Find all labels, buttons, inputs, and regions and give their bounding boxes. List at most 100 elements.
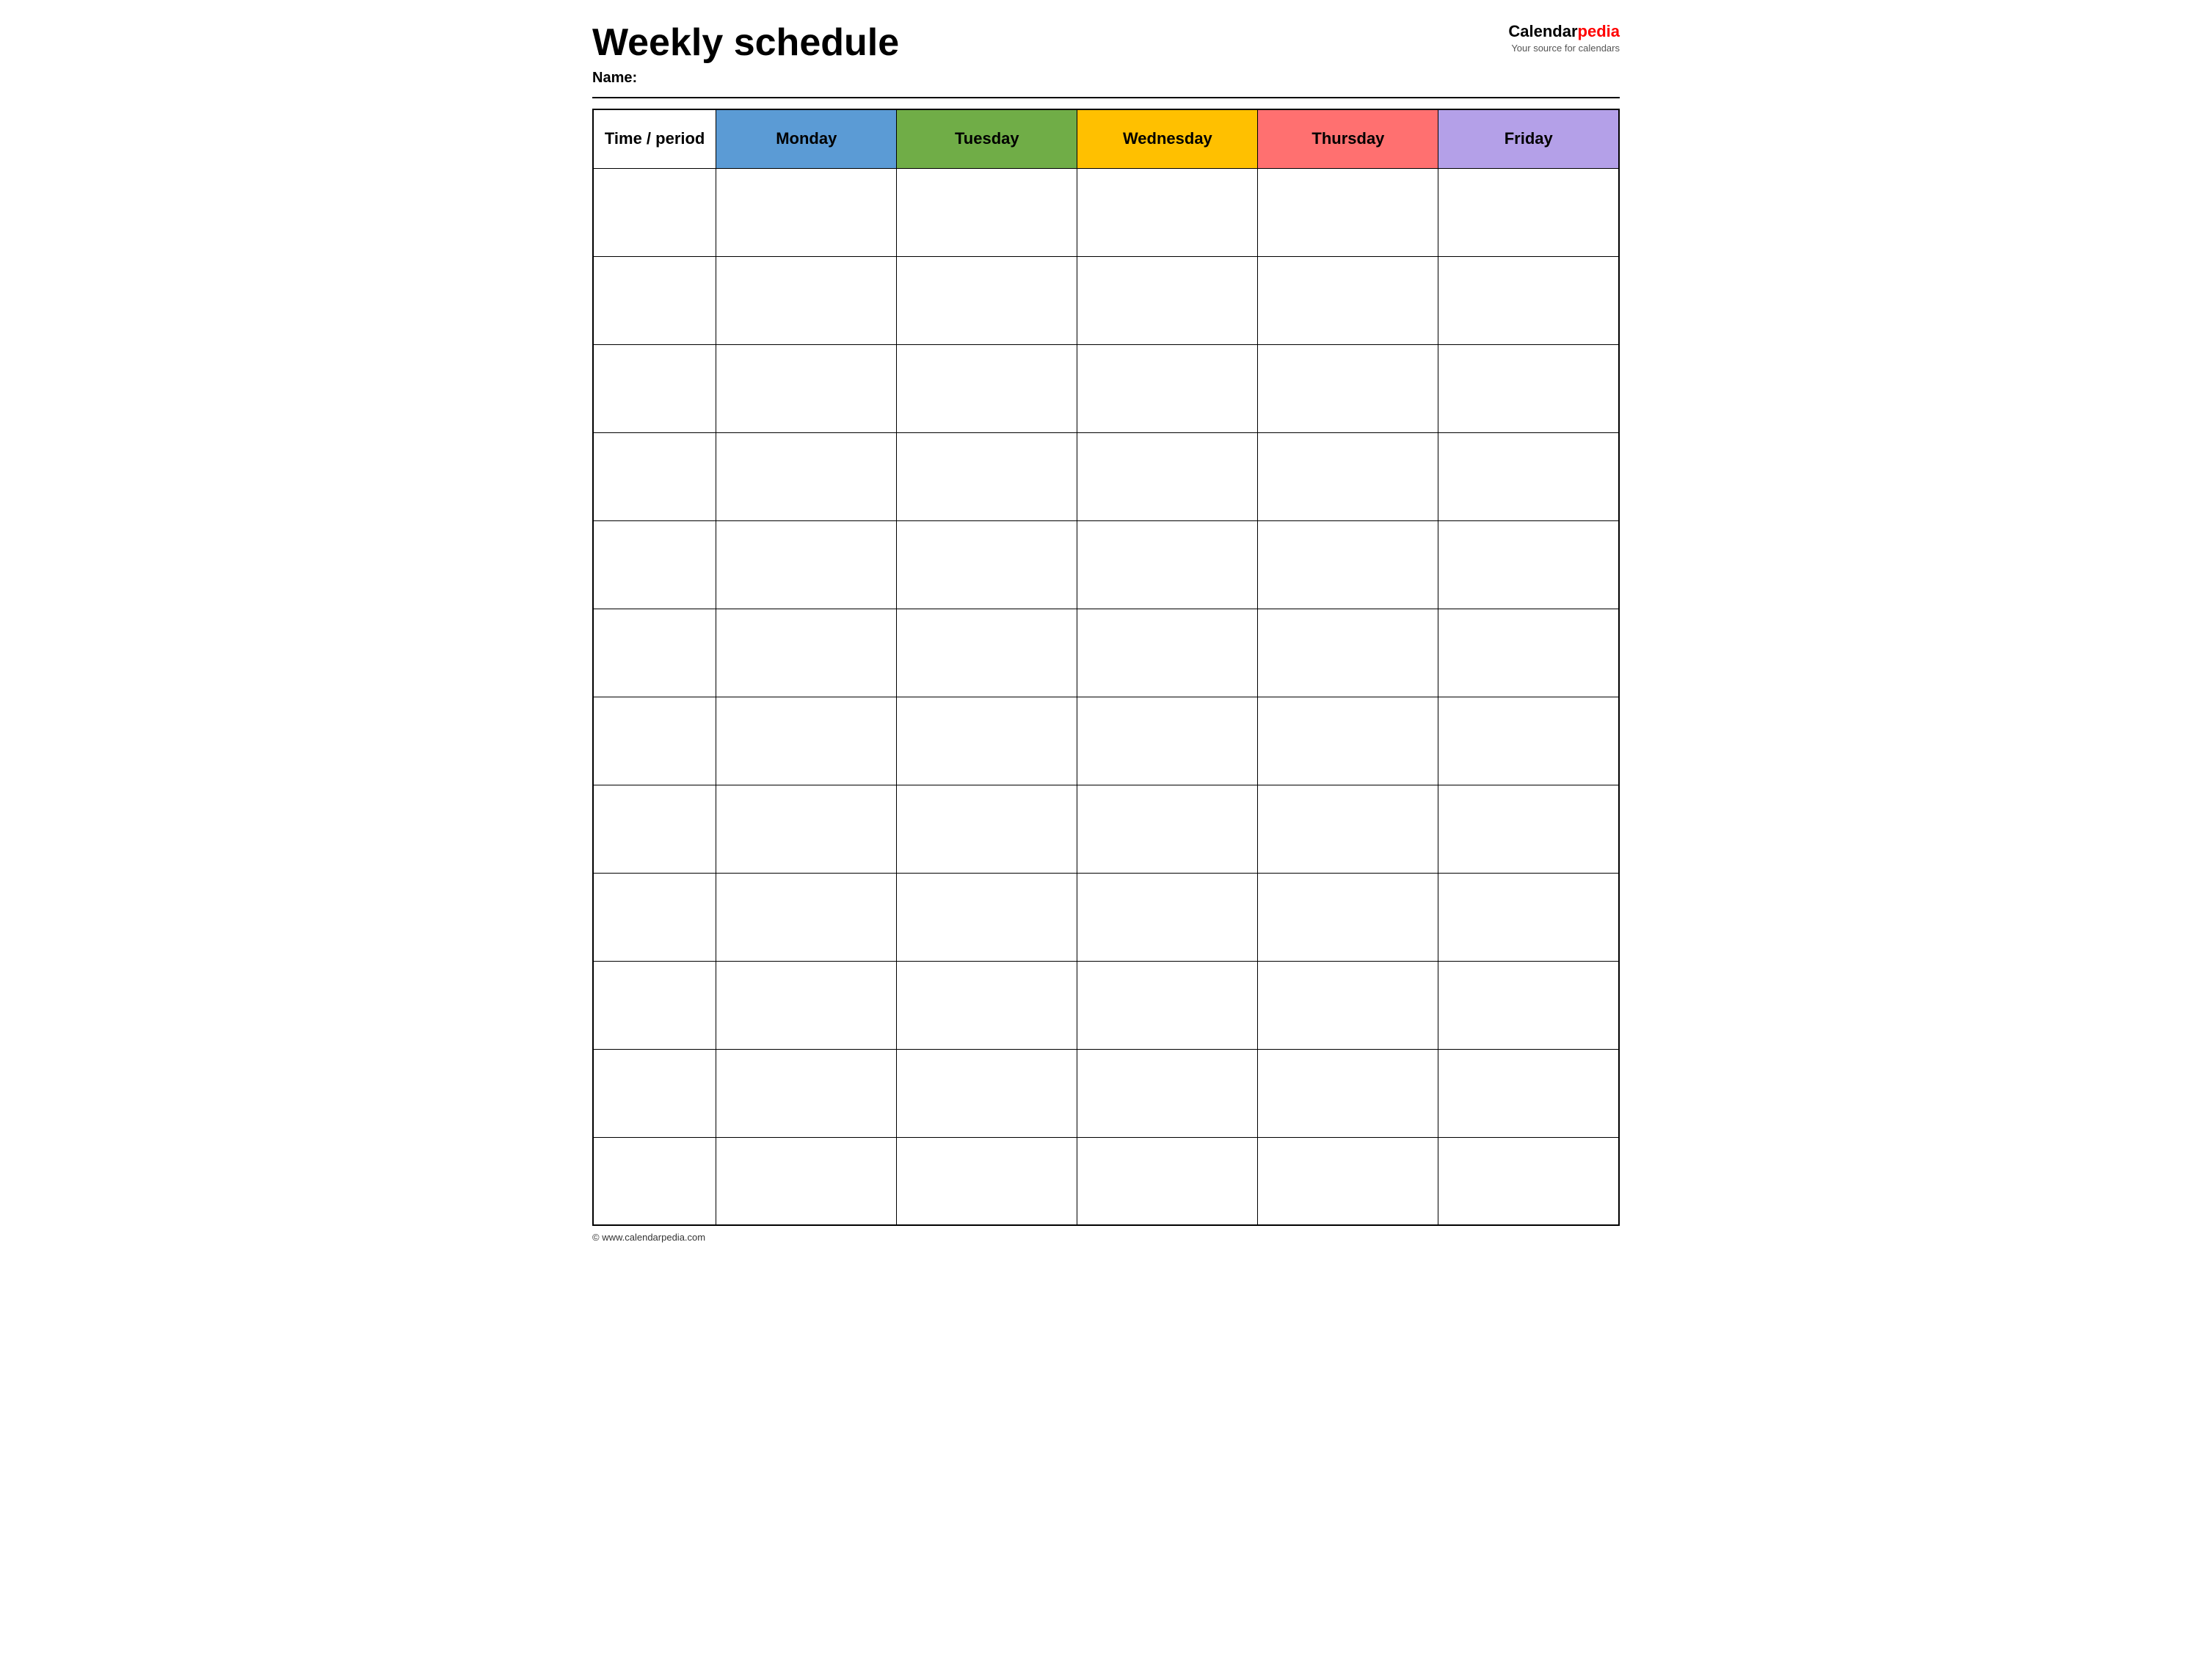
schedule-cell[interactable] <box>897 873 1077 961</box>
schedule-cell[interactable] <box>716 344 897 432</box>
schedule-cell[interactable] <box>1258 344 1438 432</box>
schedule-cell[interactable] <box>1258 785 1438 873</box>
schedule-cell[interactable] <box>1077 873 1258 961</box>
schedule-cell[interactable] <box>1077 961 1258 1049</box>
col-header-tuesday: Tuesday <box>897 109 1077 168</box>
schedule-cell[interactable] <box>1438 1049 1619 1137</box>
schedule-cell[interactable] <box>1077 256 1258 344</box>
schedule-cell[interactable] <box>716 1049 897 1137</box>
col-header-monday: Monday <box>716 109 897 168</box>
schedule-cell[interactable] <box>897 697 1077 785</box>
schedule-cell[interactable] <box>1438 432 1619 520</box>
schedule-cell[interactable] <box>1438 609 1619 697</box>
title-area: Weekly schedule Name: <box>592 22 1508 87</box>
schedule-cell[interactable] <box>716 168 897 256</box>
col-header-thursday: Thursday <box>1258 109 1438 168</box>
schedule-cell[interactable] <box>1258 168 1438 256</box>
schedule-cell[interactable] <box>1438 873 1619 961</box>
schedule-cell[interactable] <box>897 609 1077 697</box>
schedule-cell[interactable] <box>897 961 1077 1049</box>
schedule-cell[interactable] <box>716 697 897 785</box>
schedule-cell[interactable] <box>1077 1049 1258 1137</box>
schedule-cell[interactable] <box>897 256 1077 344</box>
time-cell[interactable] <box>593 609 716 697</box>
time-cell[interactable] <box>593 1137 716 1225</box>
schedule-cell[interactable] <box>1258 609 1438 697</box>
time-cell[interactable] <box>593 168 716 256</box>
table-row <box>593 873 1619 961</box>
schedule-cell[interactable] <box>1258 1049 1438 1137</box>
name-label: Name: <box>592 70 1508 87</box>
schedule-cell[interactable] <box>716 961 897 1049</box>
footer: © www.calendarpedia.com <box>592 1232 1620 1243</box>
schedule-cell[interactable] <box>1077 344 1258 432</box>
schedule-cell[interactable] <box>716 873 897 961</box>
schedule-cell[interactable] <box>1438 1137 1619 1225</box>
table-row <box>593 432 1619 520</box>
logo-area: Calendarpedia Your source for calendars <box>1508 22 1620 54</box>
schedule-cell[interactable] <box>1258 1137 1438 1225</box>
table-row <box>593 344 1619 432</box>
table-row <box>593 785 1619 873</box>
schedule-cell[interactable] <box>716 520 897 609</box>
schedule-cell[interactable] <box>1258 520 1438 609</box>
col-header-time: Time / period <box>593 109 716 168</box>
schedule-cell[interactable] <box>1077 1137 1258 1225</box>
page-title: Weekly schedule <box>592 22 1508 64</box>
time-cell[interactable] <box>593 256 716 344</box>
schedule-cell[interactable] <box>716 256 897 344</box>
schedule-cell[interactable] <box>1258 697 1438 785</box>
time-cell[interactable] <box>593 785 716 873</box>
schedule-cell[interactable] <box>1438 785 1619 873</box>
table-row <box>593 609 1619 697</box>
time-cell[interactable] <box>593 344 716 432</box>
time-cell[interactable] <box>593 432 716 520</box>
schedule-cell[interactable] <box>1077 168 1258 256</box>
schedule-body <box>593 168 1619 1225</box>
time-cell[interactable] <box>593 1049 716 1137</box>
schedule-cell[interactable] <box>716 432 897 520</box>
schedule-cell[interactable] <box>897 1049 1077 1137</box>
table-row <box>593 168 1619 256</box>
schedule-cell[interactable] <box>1258 432 1438 520</box>
header-divider <box>592 97 1620 98</box>
col-header-wednesday: Wednesday <box>1077 109 1258 168</box>
time-cell[interactable] <box>593 520 716 609</box>
col-header-friday: Friday <box>1438 109 1619 168</box>
schedule-cell[interactable] <box>1077 609 1258 697</box>
schedule-cell[interactable] <box>897 520 1077 609</box>
schedule-cell[interactable] <box>716 785 897 873</box>
schedule-cell[interactable] <box>1077 432 1258 520</box>
table-row <box>593 1137 1619 1225</box>
schedule-cell[interactable] <box>1438 697 1619 785</box>
schedule-cell[interactable] <box>1258 961 1438 1049</box>
schedule-cell[interactable] <box>1077 520 1258 609</box>
schedule-cell[interactable] <box>897 432 1077 520</box>
schedule-cell[interactable] <box>1438 344 1619 432</box>
schedule-cell[interactable] <box>1077 697 1258 785</box>
logo-calendar-part: Calendar <box>1508 22 1577 40</box>
schedule-cell[interactable] <box>897 1137 1077 1225</box>
schedule-cell[interactable] <box>897 168 1077 256</box>
time-cell[interactable] <box>593 873 716 961</box>
logo-tagline: Your source for calendars <box>1508 43 1620 54</box>
logo-text: Calendarpedia <box>1508 22 1620 41</box>
time-cell[interactable] <box>593 961 716 1049</box>
logo-pedia-part: pedia <box>1578 22 1620 40</box>
schedule-table: Time / period Monday Tuesday Wednesday T… <box>592 109 1620 1226</box>
schedule-cell[interactable] <box>897 785 1077 873</box>
schedule-cell[interactable] <box>716 1137 897 1225</box>
schedule-cell[interactable] <box>1438 520 1619 609</box>
table-row <box>593 961 1619 1049</box>
schedule-cell[interactable] <box>1258 873 1438 961</box>
header-section: Weekly schedule Name: Calendarpedia Your… <box>592 22 1620 87</box>
header-row: Time / period Monday Tuesday Wednesday T… <box>593 109 1619 168</box>
schedule-cell[interactable] <box>1438 961 1619 1049</box>
schedule-cell[interactable] <box>1438 256 1619 344</box>
schedule-cell[interactable] <box>897 344 1077 432</box>
schedule-cell[interactable] <box>716 609 897 697</box>
schedule-cell[interactable] <box>1077 785 1258 873</box>
schedule-cell[interactable] <box>1438 168 1619 256</box>
time-cell[interactable] <box>593 697 716 785</box>
schedule-cell[interactable] <box>1258 256 1438 344</box>
